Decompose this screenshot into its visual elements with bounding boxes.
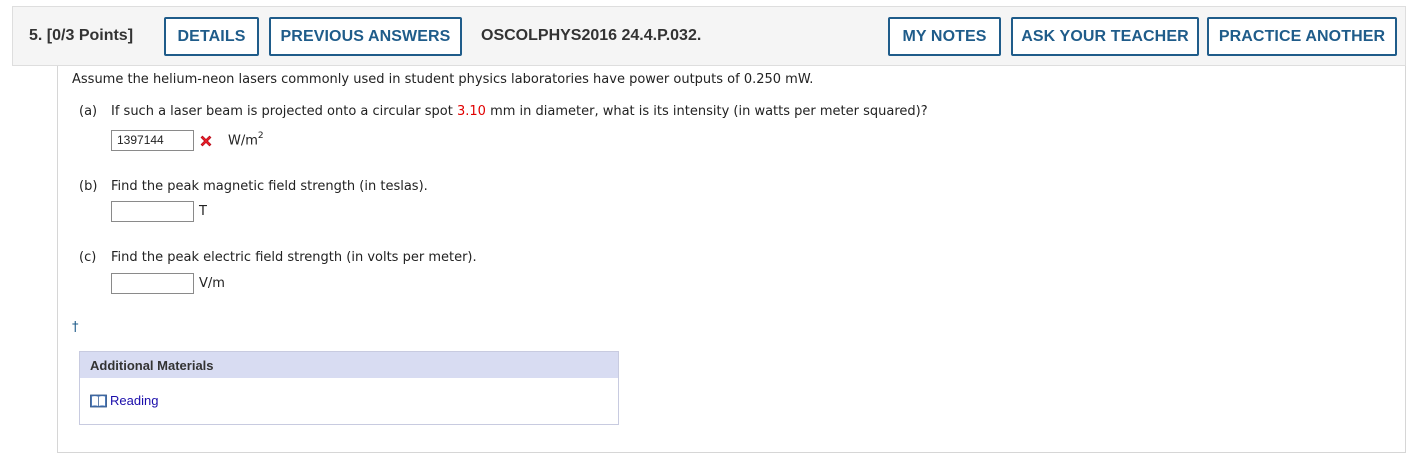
footnote-dagger[interactable]: † bbox=[72, 320, 79, 335]
reading-link-label[interactable]: Reading bbox=[110, 393, 158, 408]
question-code: OSCOLPHYS2016 24.4.P.032. bbox=[481, 27, 702, 44]
book-icon bbox=[90, 394, 107, 407]
part-a-text-after: mm in diameter, what is its intensity (i… bbox=[485, 104, 928, 119]
additional-materials-panel: Additional Materials Reading bbox=[79, 351, 619, 425]
question-number: 5. [0/3 Points] bbox=[29, 27, 133, 45]
ask-your-teacher-button[interactable]: ASK YOUR TEACHER bbox=[1011, 17, 1199, 56]
question-stem: Assume the helium-neon lasers commonly u… bbox=[72, 72, 814, 87]
part-a-diameter-value: 3.10 bbox=[456, 104, 486, 119]
additional-materials-title: Additional Materials bbox=[80, 352, 618, 378]
part-c-answer-input[interactable] bbox=[111, 273, 194, 294]
part-c-text: Find the peak electric field strength (i… bbox=[111, 250, 477, 265]
practice-another-button[interactable]: PRACTICE ANOTHER bbox=[1207, 17, 1397, 56]
part-a-label: (a) bbox=[79, 104, 98, 119]
part-a-answer-input[interactable]: 1397144 bbox=[111, 130, 194, 151]
incorrect-x-icon bbox=[200, 135, 212, 147]
part-b-unit: T bbox=[199, 204, 207, 219]
part-a-text: If such a laser beam is projected onto a… bbox=[111, 104, 928, 119]
part-a-unit-text: W/m bbox=[228, 133, 258, 149]
reading-link[interactable]: Reading bbox=[90, 393, 158, 408]
previous-answers-button[interactable]: PREVIOUS ANSWERS bbox=[269, 17, 462, 56]
part-b-label: (b) bbox=[79, 179, 98, 194]
part-a-text-before: If such a laser beam is projected onto a… bbox=[111, 104, 457, 119]
part-b-text: Find the peak magnetic field strength (i… bbox=[111, 179, 428, 194]
details-button[interactable]: DETAILS bbox=[164, 17, 259, 56]
part-a-unit: W/m2 bbox=[228, 131, 264, 149]
part-c-label: (c) bbox=[79, 250, 97, 265]
question-number-text: 5. bbox=[29, 27, 43, 44]
part-a-unit-exponent: 2 bbox=[257, 131, 264, 141]
question-header: 5. [0/3 Points] DETAILS PREVIOUS ANSWERS… bbox=[12, 6, 1406, 66]
my-notes-button[interactable]: MY NOTES bbox=[888, 17, 1001, 56]
points-text: [0/3 Points] bbox=[46, 27, 134, 44]
part-c-unit: V/m bbox=[199, 276, 225, 291]
part-b-answer-input[interactable] bbox=[111, 201, 194, 222]
